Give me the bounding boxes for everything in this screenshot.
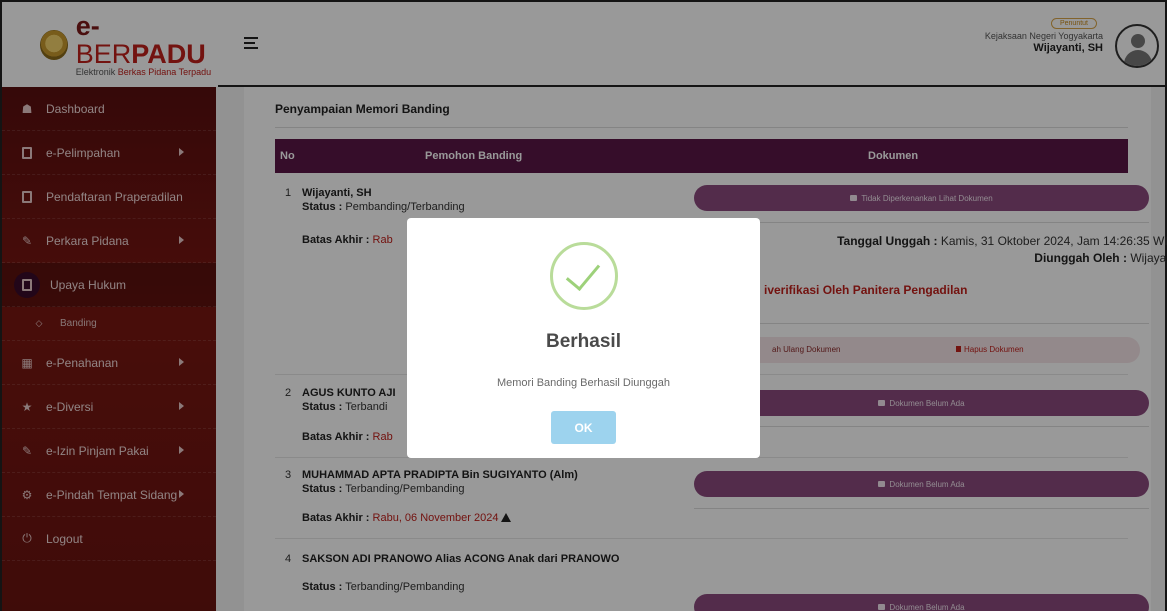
ok-button[interactable]: OK — [551, 411, 616, 444]
success-check-icon — [550, 242, 618, 310]
dialog-message: Memori Banding Berhasil Diunggah — [496, 377, 671, 389]
dialog-title: Berhasil — [546, 331, 621, 352]
success-dialog: Berhasil Memori Banding Berhasil Diungga… — [407, 218, 760, 458]
